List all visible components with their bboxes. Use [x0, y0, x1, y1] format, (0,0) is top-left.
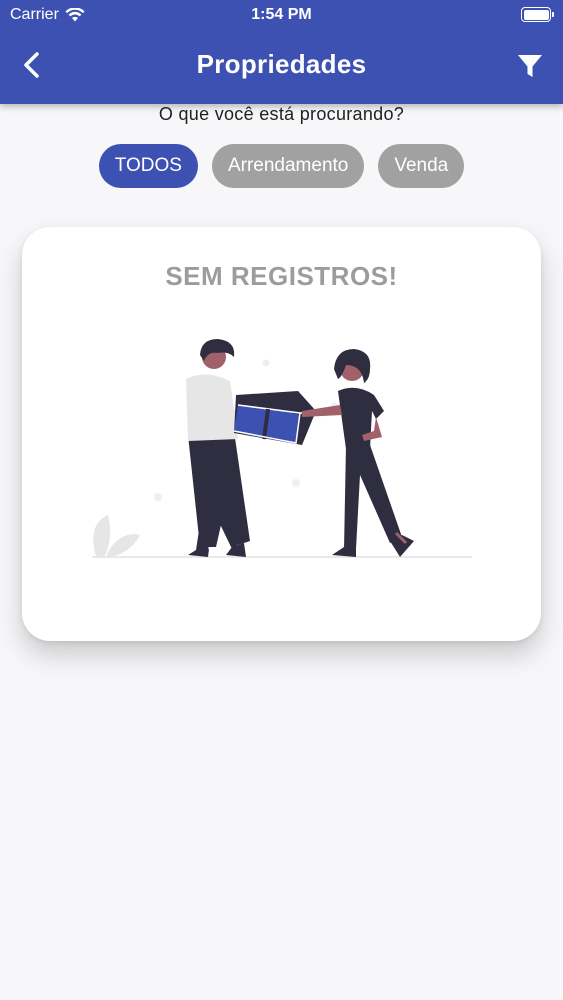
clock: 1:54 PM	[251, 6, 312, 23]
app-bar: Carrier 1:54 PM Propriedades	[0, 0, 563, 104]
search-question: O que você está procurando?	[158, 104, 405, 124]
battery-icon	[521, 7, 554, 22]
empty-state-message: SEM REGISTROS!	[165, 261, 398, 291]
filter-chip-arrendamento[interactable]: Arrendamento	[211, 144, 365, 188]
filter-chip-todos[interactable]: TODOS	[98, 144, 198, 188]
filter-chips: TODOS Arrendamento Venda	[0, 144, 563, 188]
status-bar: Carrier 1:54 PM	[0, 0, 563, 30]
empty-state-card: SEM REGISTROS!	[22, 227, 541, 641]
delivery-illustration	[92, 339, 472, 558]
filter-chip-venda[interactable]: Venda	[378, 144, 465, 188]
filter-button[interactable]	[517, 53, 543, 79]
page-title: Propriedades	[196, 49, 367, 79]
